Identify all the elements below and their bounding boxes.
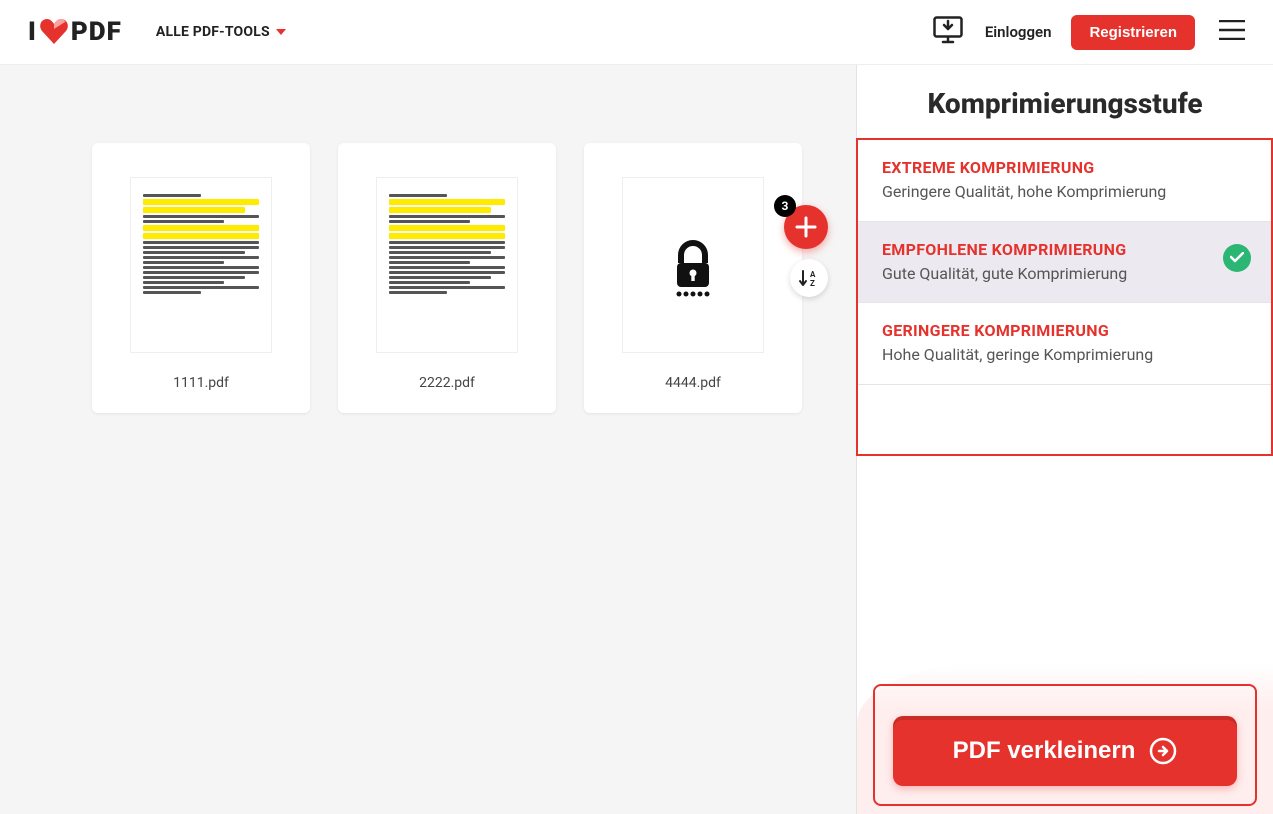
file-name-label: 2222.pdf — [419, 375, 475, 391]
option-title: GERINGERE KOMPRIMIERUNG — [882, 321, 1247, 340]
hamburger-icon — [1219, 20, 1245, 40]
monitor-download-icon — [933, 16, 963, 44]
file-name-label: 1111.pdf — [173, 375, 229, 391]
compression-options: EXTREME KOMPRIMIERUNG Geringere Qualität… — [856, 138, 1273, 456]
compression-option-recommended[interactable]: EMPFOHLENE KOMPRIMIERUNG Gute Qualität, … — [858, 221, 1271, 303]
selected-check-icon — [1223, 244, 1251, 272]
file-card[interactable]: 1111.pdf — [92, 143, 310, 413]
file-name-label: 4444.pdf — [665, 375, 721, 391]
download-desktop-button[interactable] — [933, 16, 963, 48]
logo-text-pdf: PDF — [71, 17, 122, 47]
sort-files-button[interactable]: A Z — [790, 259, 828, 297]
compression-option-extreme[interactable]: EXTREME KOMPRIMIERUNG Geringere Qualität… — [858, 140, 1271, 221]
option-desc: Geringere Qualität, hohe Komprimierung — [882, 181, 1247, 203]
nav-all-tools-label: ALLE PDF-TOOLS — [156, 24, 270, 40]
file-card[interactable]: 4444.pdf — [584, 143, 802, 413]
file-thumbnail-locked — [622, 177, 764, 353]
logo[interactable]: I PDF — [28, 17, 122, 47]
file-thumbnail — [130, 177, 272, 353]
file-canvas: 1111.pdf 2222.pdf — [0, 65, 856, 814]
lock-icon — [665, 239, 721, 299]
file-list: 1111.pdf 2222.pdf — [92, 143, 856, 413]
app-header: I PDF ALLE PDF-TOOLS Einloggen Registrie… — [0, 0, 1273, 65]
option-title: EMPFOHLENE KOMPRIMIERUNG — [882, 240, 1247, 259]
arrow-right-circle-icon — [1149, 737, 1177, 765]
option-desc: Gute Qualität, gute Komprimierung — [882, 263, 1247, 285]
nav-all-tools[interactable]: ALLE PDF-TOOLS — [156, 24, 286, 40]
action-area: PDF verkleinern — [857, 664, 1273, 814]
menu-button[interactable] — [1219, 20, 1245, 44]
option-title: EXTREME KOMPRIMIERUNG — [882, 158, 1247, 177]
heart-icon — [39, 19, 69, 45]
plus-icon — [795, 216, 817, 238]
caret-down-icon — [276, 29, 286, 35]
options-sidebar: Komprimierungsstufe EXTREME KOMPRIMIERUN… — [856, 65, 1273, 814]
file-card[interactable]: 2222.pdf — [338, 143, 556, 413]
register-button[interactable]: Registrieren — [1071, 15, 1195, 50]
svg-text:Z: Z — [810, 279, 815, 287]
options-spacer — [858, 384, 1271, 454]
compress-pdf-button[interactable]: PDF verkleinern — [893, 716, 1237, 786]
action-highlight-box: PDF verkleinern — [873, 684, 1257, 806]
file-count-badge: 3 — [774, 195, 796, 217]
login-link[interactable]: Einloggen — [985, 23, 1052, 41]
option-desc: Hohe Qualität, geringe Komprimierung — [882, 344, 1247, 366]
logo-letter-i: I — [28, 17, 37, 47]
compression-option-low[interactable]: GERINGERE KOMPRIMIERUNG Hohe Qualität, g… — [858, 302, 1271, 384]
sort-az-icon: A Z — [798, 269, 820, 287]
file-thumbnail — [376, 177, 518, 353]
add-files-button[interactable]: 3 — [784, 205, 828, 249]
compress-pdf-label: PDF verkleinern — [953, 737, 1136, 765]
sidebar-title: Komprimierungsstufe — [857, 65, 1273, 138]
svg-text:A: A — [810, 270, 816, 279]
